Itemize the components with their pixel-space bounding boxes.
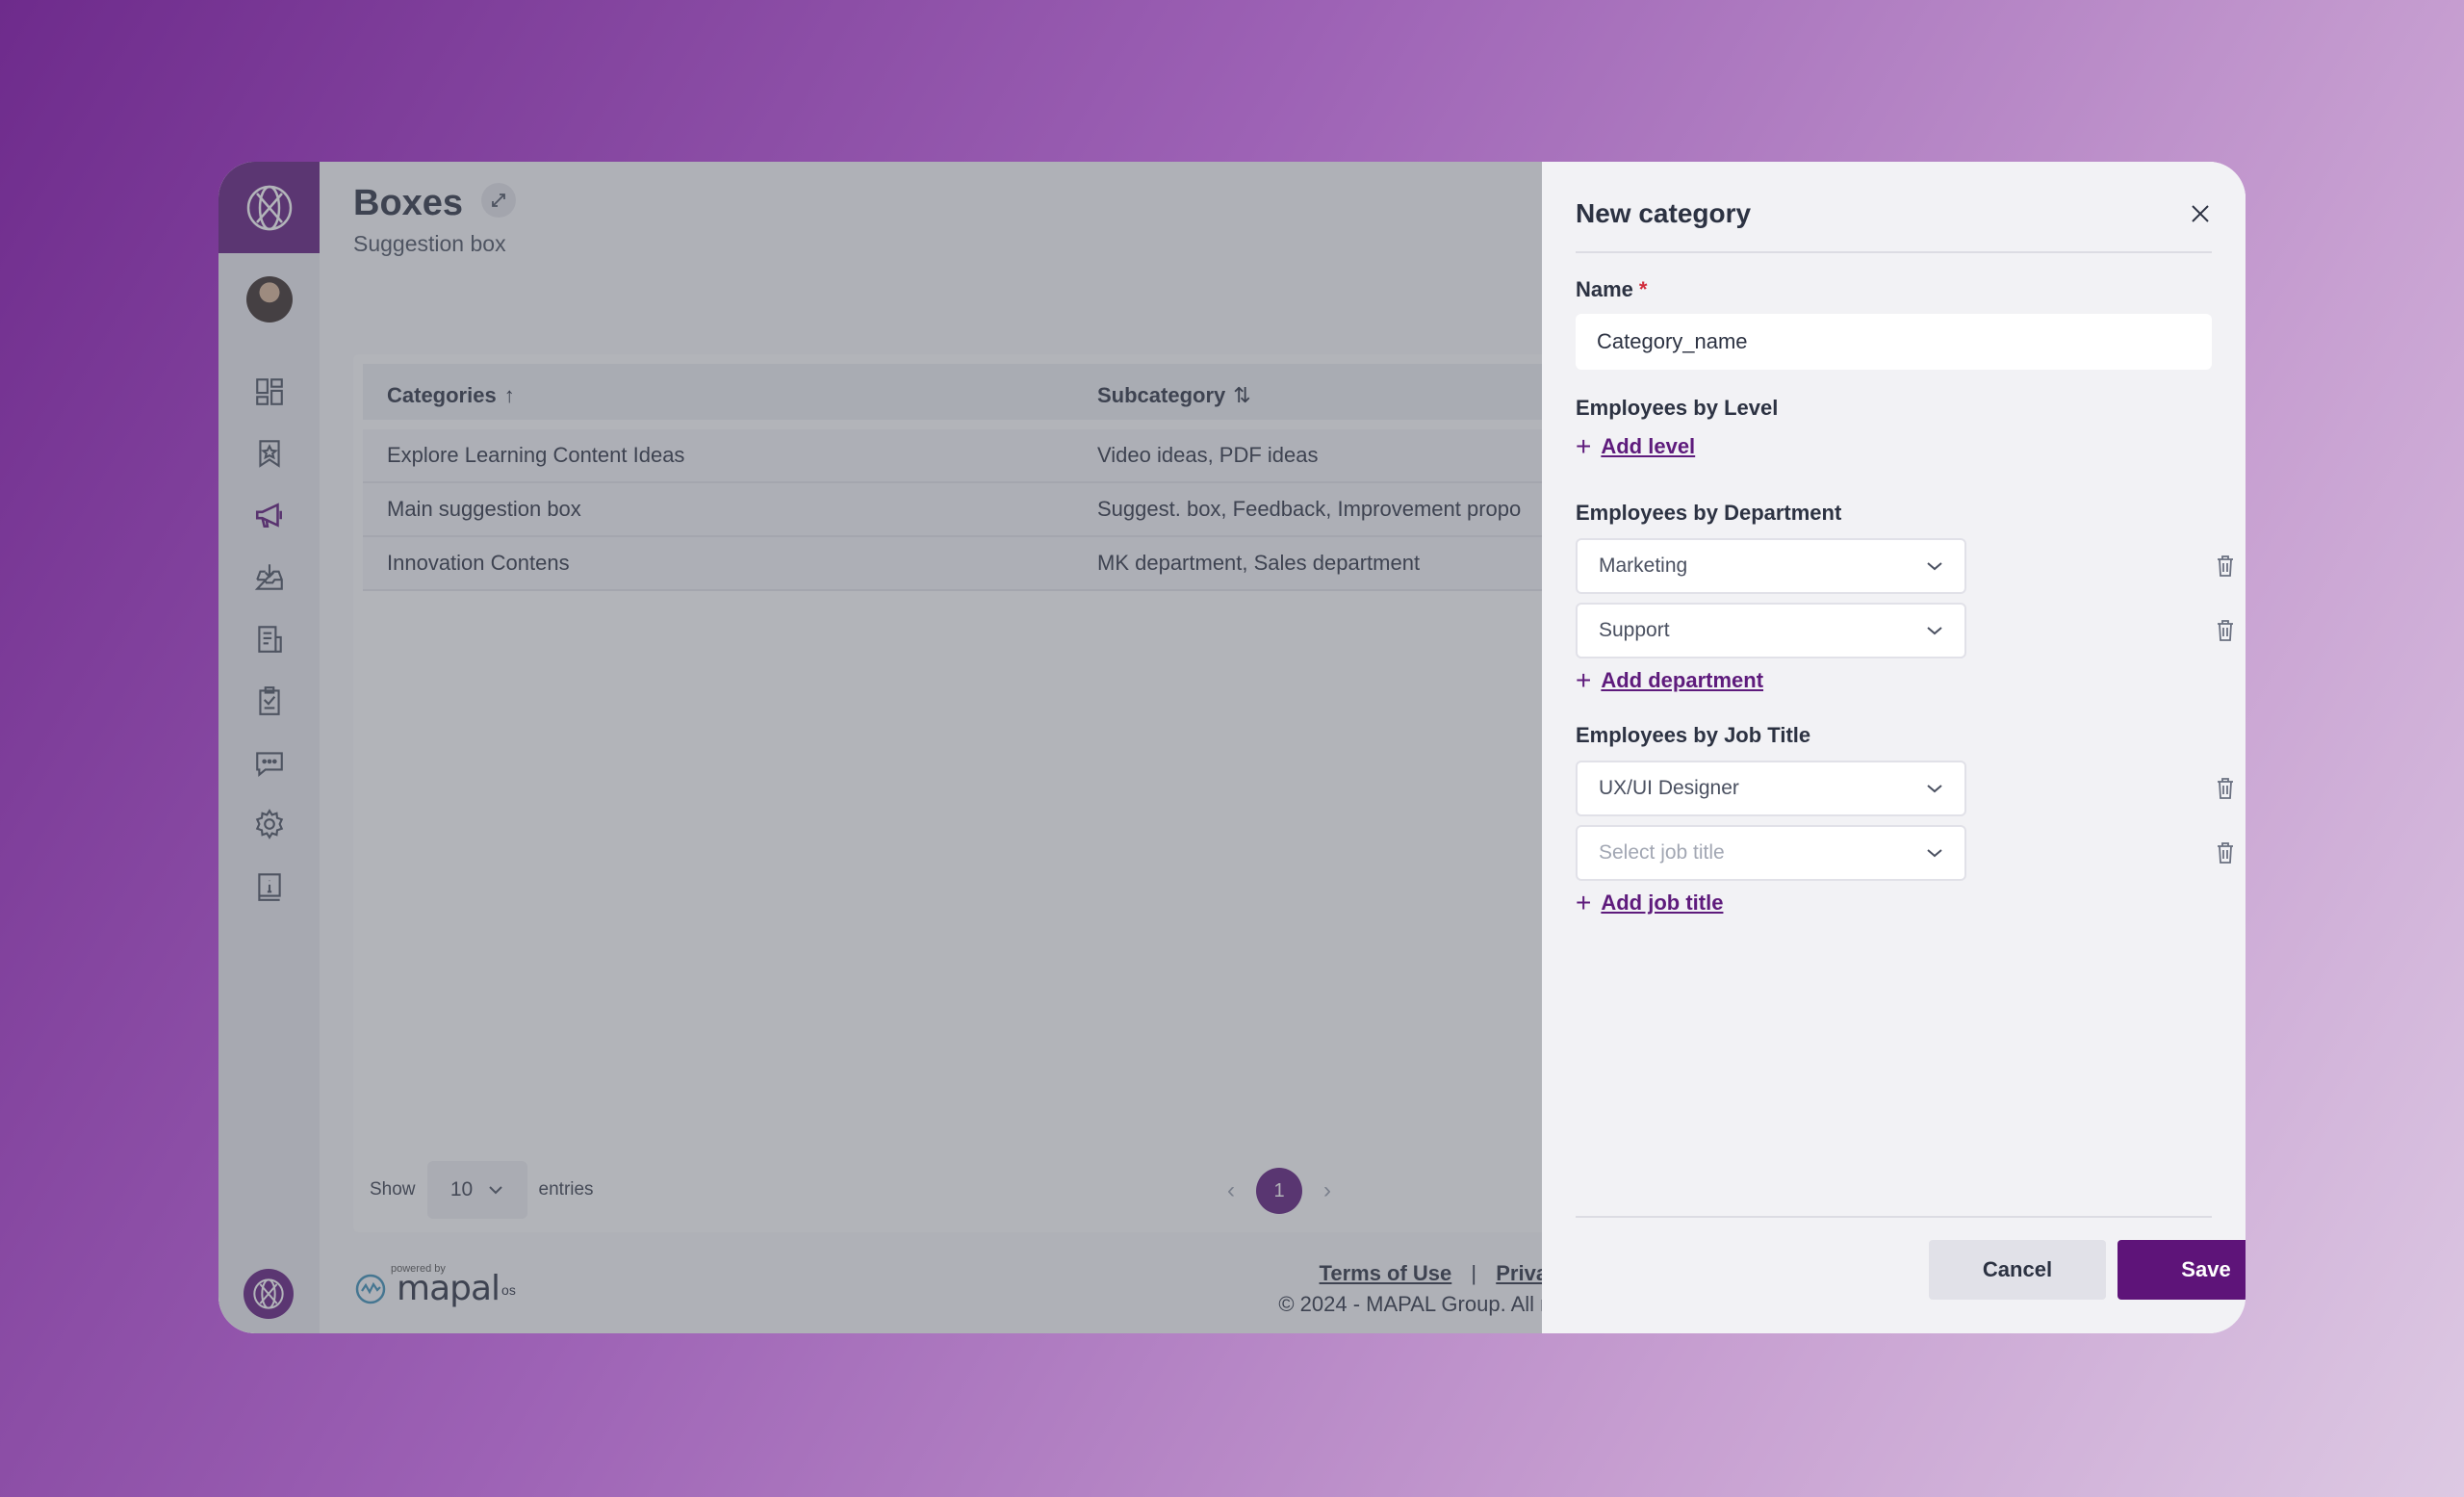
new-category-panel: New category Name* Employees by Level + … — [1542, 162, 2246, 1333]
department-select[interactable]: Support — [1576, 603, 1966, 658]
panel-footer-divider — [1576, 1216, 2212, 1218]
name-input[interactable] — [1576, 314, 2212, 370]
job-title-select[interactable]: UX/UI Designer — [1576, 761, 1966, 816]
trash-icon[interactable] — [2211, 552, 2240, 581]
close-icon[interactable] — [2183, 196, 2218, 231]
name-label-text: Name — [1576, 277, 1633, 301]
trash-icon[interactable] — [2211, 839, 2240, 867]
panel-title: New category — [1576, 198, 1752, 228]
add-job-title-link[interactable]: + Add job title — [1576, 890, 1723, 916]
desktop-background: Boxes Suggestion box Categories ↑ Subcat… — [0, 0, 2464, 1497]
job-title-placeholder: Select job title — [1599, 841, 1725, 864]
panel-divider — [1576, 251, 2212, 253]
plus-icon: + — [1576, 431, 1592, 461]
name-label: Name * — [1576, 277, 1647, 302]
chevron-down-icon — [1927, 627, 1942, 635]
add-department-label: Add department — [1601, 668, 1764, 692]
add-level-label: Add level — [1601, 434, 1696, 458]
trash-icon[interactable] — [2211, 774, 2240, 803]
save-button[interactable]: Save — [2118, 1240, 2246, 1300]
modal-backdrop[interactable] — [218, 162, 1542, 1333]
plus-icon: + — [1576, 665, 1592, 695]
job-title-label: Employees by Job Title — [1576, 723, 1811, 747]
level-label: Employees by Level — [1576, 396, 1779, 420]
chevron-down-icon — [1927, 785, 1942, 793]
chevron-down-icon — [1927, 562, 1942, 571]
trash-icon[interactable] — [2211, 616, 2240, 645]
add-department-link[interactable]: + Add department — [1576, 667, 1763, 694]
job-title-value: UX/UI Designer — [1599, 777, 1739, 799]
add-level-link[interactable]: + Add level — [1576, 433, 1695, 460]
add-job-title-label: Add job title — [1601, 890, 1724, 915]
required-marker: * — [1638, 277, 1648, 301]
department-value: Marketing — [1599, 555, 1688, 577]
cancel-button[interactable]: Cancel — [1929, 1240, 2106, 1300]
department-label: Employees by Department — [1576, 501, 1842, 525]
plus-icon: + — [1576, 888, 1592, 917]
department-select[interactable]: Marketing — [1576, 538, 1966, 594]
app-window: Boxes Suggestion box Categories ↑ Subcat… — [218, 162, 2246, 1333]
chevron-down-icon — [1927, 849, 1942, 858]
department-value: Support — [1599, 619, 1670, 641]
job-title-select[interactable]: Select job title — [1576, 825, 1966, 881]
